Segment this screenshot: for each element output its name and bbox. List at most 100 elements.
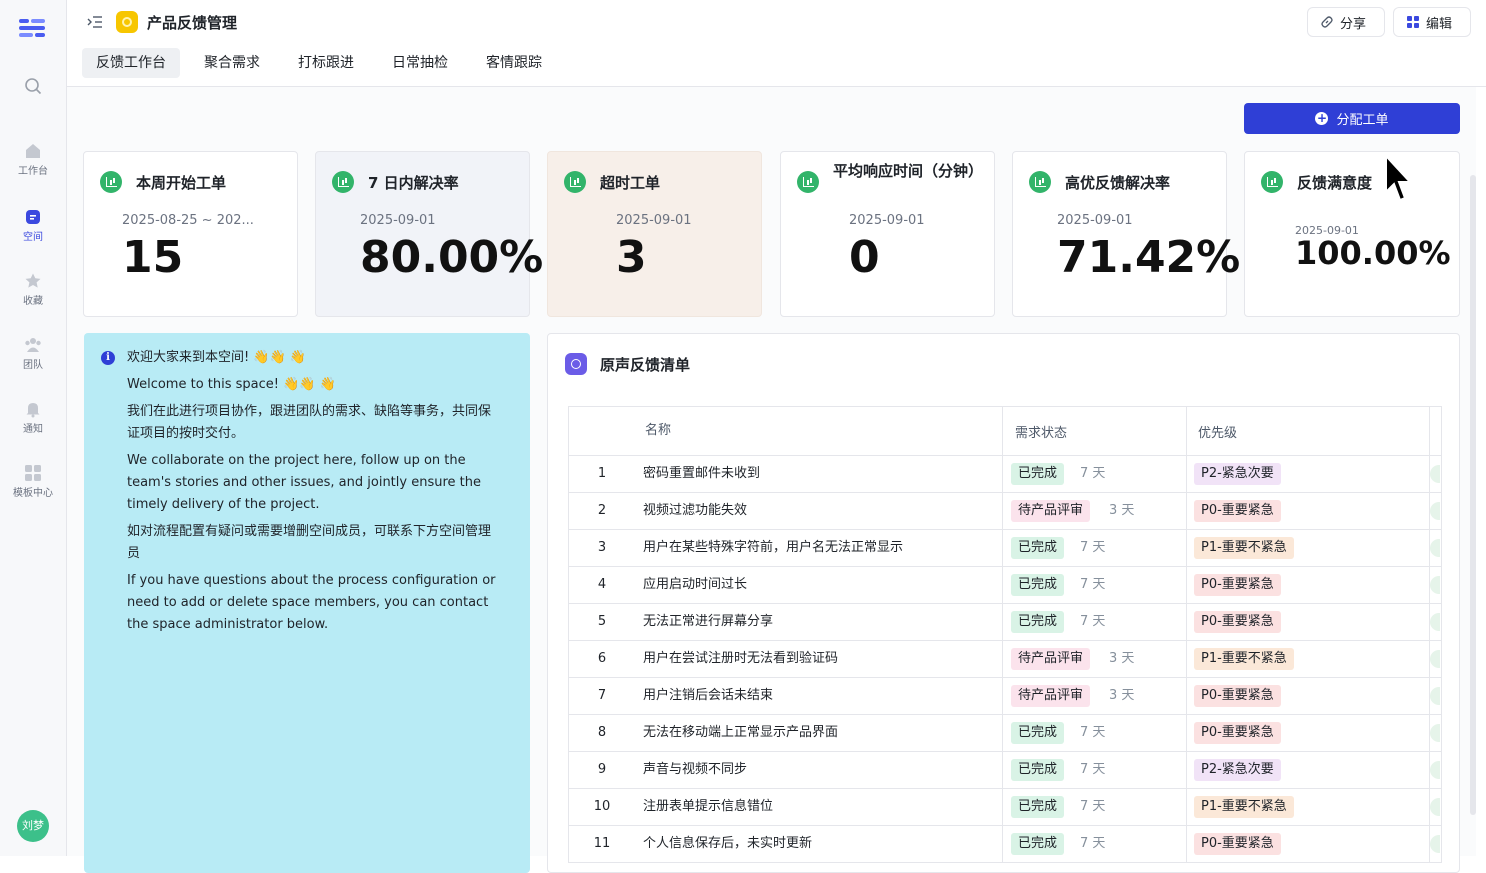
link-icon (1321, 16, 1333, 28)
row-status-cell[interactable]: 已完成 7 天 (1002, 789, 1187, 825)
table-row[interactable]: 2 视频过滤功能失效 待产品评审 3 天 P0-重要紧急 (569, 493, 1441, 530)
table-row[interactable]: 9 声音与视频不同步 已完成 7 天 P2-紧急次要 (569, 752, 1441, 789)
rail-item-favorites[interactable]: 收藏 (0, 272, 66, 307)
row-name[interactable]: 密码重置邮件未收到 (643, 456, 760, 492)
welcome-panel: i 欢迎大家来到本空间! 👋👋 👋 Welcome to this space!… (84, 333, 530, 873)
row-name[interactable]: 用户注销后会话未结束 (643, 678, 773, 714)
row-status-cell[interactable]: 已完成 7 天 (1002, 567, 1187, 603)
tab-customer-tracking[interactable]: 客情跟踪 (472, 48, 556, 78)
row-priority-cell[interactable]: P0-重要紧急 (1186, 604, 1430, 640)
row-status-cell[interactable]: 待产品评审 3 天 (1002, 641, 1187, 677)
table-row[interactable]: 6 用户在尝试注册时无法看到验证码 待产品评审 3 天 P1-重要不紧急 (569, 641, 1441, 678)
star-icon (25, 273, 41, 288)
welcome-line: If you have questions about the process … (127, 573, 496, 632)
main-content: + 分配工单 本周开始工单 2025-08-25 ~ 202... 15 7 日… (67, 87, 1476, 873)
table-row[interactable]: 5 无法正常进行屏幕分享 已完成 7 天 P0-重要紧急 (569, 604, 1441, 641)
metric-card[interactable]: 反馈满意度 2025-09-01 100.00% (1244, 151, 1460, 317)
rail-item-team[interactable]: 团队 (0, 336, 66, 371)
avatar[interactable]: 刘梦 (17, 810, 49, 842)
rail-item-templates[interactable]: 模板中心 (0, 464, 66, 499)
column-header-status[interactable]: 需求状态 (1002, 407, 1187, 455)
row-name[interactable]: 注册表单提示信息错位 (643, 789, 773, 825)
row-index: 8 (597, 725, 607, 740)
table-row[interactable]: 8 无法在移动端上正常显示产品界面 已完成 7 天 P0-重要紧急 (569, 715, 1441, 752)
row-status-cell[interactable]: 已完成 7 天 (1002, 826, 1187, 862)
clipped-column-cell (1429, 530, 1441, 566)
tab-aggregate-requirements[interactable]: 聚合需求 (190, 48, 274, 78)
feedback-table: 名称 需求状态 优先级 1 密码重置邮件未收到 已完成 7 天 P2-紧急次要 2 视频过滤… (568, 406, 1442, 863)
app-logo-icon[interactable] (19, 17, 47, 39)
rail-item-workbench[interactable]: 工作台 (0, 142, 66, 177)
priority-badge: P0-重要紧急 (1194, 685, 1281, 707)
tab-daily-sampling[interactable]: 日常抽检 (378, 48, 462, 78)
clipped-column-cell (1429, 456, 1441, 492)
row-name[interactable]: 应用启动时间过长 (643, 567, 747, 603)
row-status-cell[interactable]: 待产品评审 3 天 (1002, 493, 1187, 529)
search-icon[interactable] (24, 77, 42, 95)
row-status-cell[interactable]: 已完成 7 天 (1002, 530, 1187, 566)
row-name[interactable]: 个人信息保存后，未实时更新 (643, 826, 812, 862)
table-row[interactable]: 10 注册表单提示信息错位 已完成 7 天 P1-重要不紧急 (569, 789, 1441, 826)
template-icon (25, 465, 41, 481)
row-status-cell[interactable]: 待产品评审 3 天 (1002, 678, 1187, 714)
metric-title: 高优反馈解决率 (1065, 174, 1171, 192)
row-status-cell[interactable]: 已完成 7 天 (1002, 456, 1187, 492)
page-title: 产品反馈管理 (147, 14, 238, 32)
metric-card[interactable]: 平均响应时间（分钟） 2025-09-01 0 (780, 151, 995, 317)
row-name[interactable]: 视频过滤功能失效 (643, 493, 747, 529)
row-status-cell[interactable]: 已完成 7 天 (1002, 715, 1187, 751)
metric-card[interactable]: 超时工单 2025-09-01 3 (547, 151, 762, 317)
duration-text: 7 天 (1080, 577, 1106, 592)
row-priority-cell[interactable]: P0-重要紧急 (1186, 826, 1430, 862)
edit-label: 编辑 (1426, 16, 1453, 32)
duration-text: 7 天 (1080, 466, 1106, 481)
page-scrollbar[interactable] (1470, 175, 1476, 815)
tab-feedback-workbench[interactable]: 反馈工作台 (82, 48, 180, 78)
column-header-name[interactable]: 名称 (645, 407, 671, 455)
row-name[interactable]: 用户在某些特殊字符前，用户名无法正常显示 (643, 530, 903, 566)
row-priority-cell[interactable]: P1-重要不紧急 (1186, 789, 1430, 825)
duration-text: 7 天 (1080, 725, 1106, 740)
metric-title: 本周开始工单 (136, 174, 227, 192)
share-button[interactable]: 分享 (1307, 7, 1385, 37)
row-status-cell[interactable]: 已完成 7 天 (1002, 604, 1187, 640)
clipped-badge (1430, 835, 1440, 853)
clipped-column-cell (1429, 789, 1441, 825)
priority-badge: P2-紧急次要 (1194, 759, 1281, 781)
row-status-cell[interactable]: 已完成 7 天 (1002, 752, 1187, 788)
row-index: 5 (597, 614, 607, 629)
rail-item-space[interactable]: 空间 (0, 208, 66, 243)
row-name[interactable]: 无法在移动端上正常显示产品界面 (643, 715, 838, 751)
table-row[interactable]: 1 密码重置邮件未收到 已完成 7 天 P2-紧急次要 (569, 456, 1441, 493)
row-index: 11 (593, 836, 611, 851)
table-row[interactable]: 7 用户注销后会话未结束 待产品评审 3 天 P0-重要紧急 (569, 678, 1441, 715)
row-priority-cell[interactable]: P1-重要不紧急 (1186, 530, 1430, 566)
row-priority-cell[interactable]: P2-紧急次要 (1186, 752, 1430, 788)
metric-card[interactable]: 本周开始工单 2025-08-25 ~ 202... 15 (83, 151, 298, 317)
clipped-badge (1430, 576, 1440, 594)
table-row[interactable]: 3 用户在某些特殊字符前，用户名无法正常显示 已完成 7 天 P1-重要不紧急 (569, 530, 1441, 567)
metric-card[interactable]: 7 日内解决率 2025-09-01 80.00% (315, 151, 543, 317)
metric-value: 80.00% (360, 232, 544, 283)
row-priority-cell[interactable]: P0-重要紧急 (1186, 678, 1430, 714)
row-priority-cell[interactable]: P2-紧急次要 (1186, 456, 1430, 492)
duration-text: 7 天 (1080, 762, 1106, 777)
column-header-priority[interactable]: 优先级 (1186, 407, 1430, 455)
rail-item-notifications[interactable]: 通知 (0, 400, 66, 435)
sidebar-collapse-icon[interactable] (87, 15, 103, 29)
edit-button[interactable]: 编辑 (1393, 7, 1471, 37)
rail-item-label: 通知 (23, 424, 43, 435)
row-name[interactable]: 无法正常进行屏幕分享 (643, 604, 773, 640)
tab-tagging-followup[interactable]: 打标跟进 (284, 48, 368, 78)
row-priority-cell[interactable]: P0-重要紧急 (1186, 715, 1430, 751)
row-priority-cell[interactable]: P1-重要不紧急 (1186, 641, 1430, 677)
table-row[interactable]: 4 应用启动时间过长 已完成 7 天 P0-重要紧急 (569, 567, 1441, 604)
row-name[interactable]: 声音与视频不同步 (643, 752, 747, 788)
row-name[interactable]: 用户在尝试注册时无法看到验证码 (643, 641, 838, 677)
table-row[interactable]: 11 个人信息保存后，未实时更新 已完成 7 天 P0-重要紧急 (569, 826, 1441, 863)
metric-card[interactable]: 高优反馈解决率 2025-09-01 71.42% (1012, 151, 1240, 317)
assign-ticket-button[interactable]: + 分配工单 (1244, 103, 1460, 134)
row-priority-cell[interactable]: P0-重要紧急 (1186, 493, 1430, 529)
row-priority-cell[interactable]: P0-重要紧急 (1186, 567, 1430, 603)
plus-icon: + (1315, 111, 1329, 125)
